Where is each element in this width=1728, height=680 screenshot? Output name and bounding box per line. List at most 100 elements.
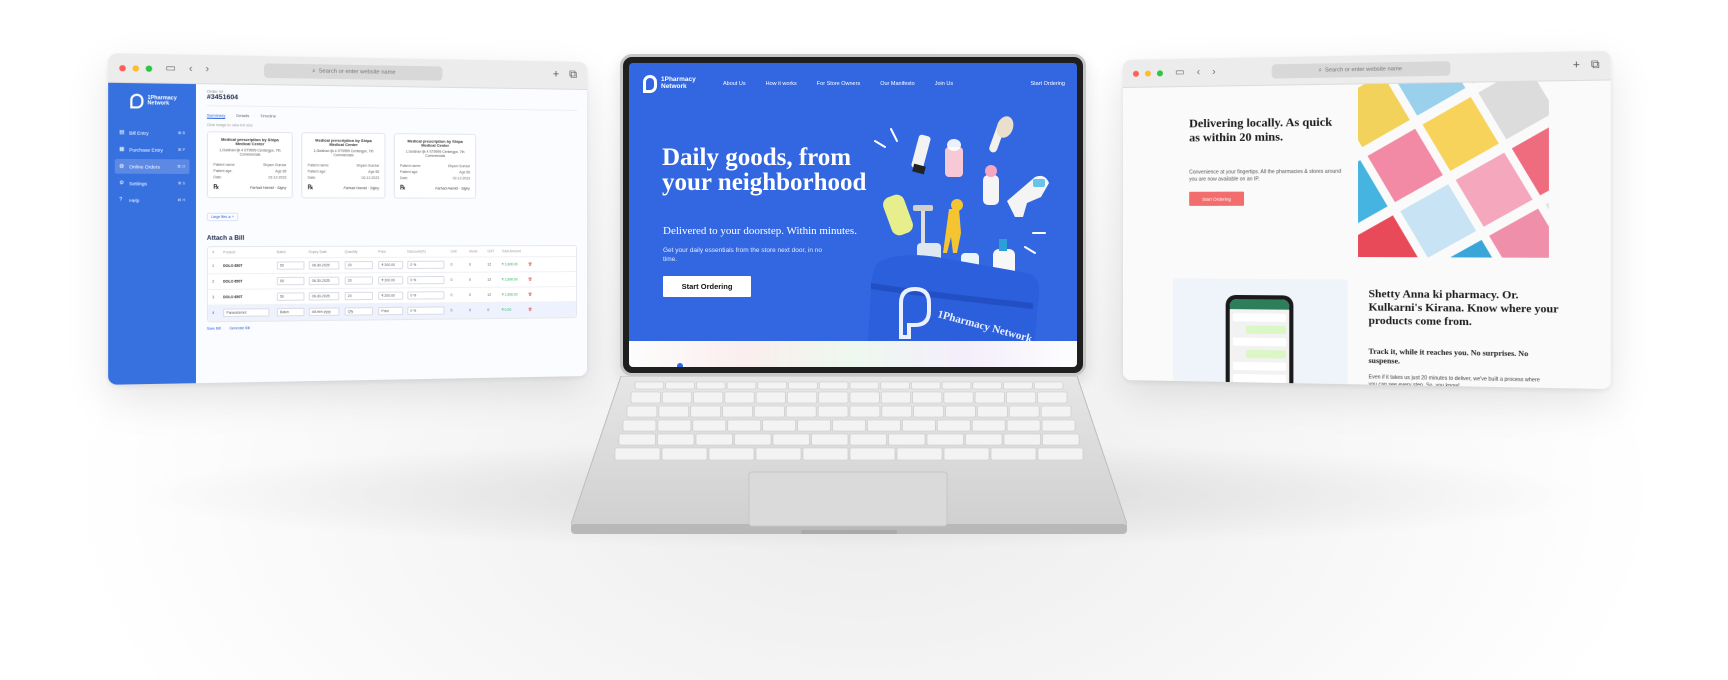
tab-details[interactable]: Details: [236, 113, 249, 119]
nav-how-it-works[interactable]: How it works: [766, 81, 797, 87]
generate-bill-button[interactable]: Generate Bill: [229, 326, 250, 330]
keyboard-key[interactable]: [902, 419, 936, 432]
tabs-overview-icon[interactable]: ⧉: [569, 69, 577, 82]
keyboard-key[interactable]: [818, 381, 849, 390]
discount-input[interactable]: 0 %: [407, 275, 445, 285]
nav-start-ordering-link[interactable]: Start Ordering: [1030, 81, 1065, 87]
keyboard-key[interactable]: [762, 419, 796, 432]
keyboard-key[interactable]: [797, 419, 831, 432]
start-ordering-button[interactable]: Start Ordering: [1189, 191, 1245, 206]
keyboard-key[interactable]: [849, 405, 881, 418]
keyboard-key[interactable]: [696, 381, 726, 390]
keyboard-key[interactable]: [849, 433, 887, 446]
keyboard-key[interactable]: [880, 381, 910, 390]
back-icon[interactable]: ‹: [1197, 67, 1200, 78]
keyboard-key[interactable]: [754, 405, 785, 418]
keyboard-key[interactable]: [888, 433, 926, 446]
keyboard-key[interactable]: [1033, 381, 1064, 390]
save-bill-button[interactable]: Save Bill: [207, 326, 221, 330]
delete-icon[interactable]: 🗑: [528, 307, 546, 312]
keyboard-key[interactable]: [1003, 381, 1033, 390]
start-ordering-button[interactable]: Start Ordering: [663, 276, 751, 297]
prescription-card[interactable]: Medical prescription by Shipa Medical Ce…: [206, 131, 293, 199]
tab-summary[interactable]: Summary: [206, 112, 226, 119]
discount-input[interactable]: 0 %: [407, 306, 445, 315]
keyboard-key[interactable]: [622, 419, 657, 432]
keyboard-key[interactable]: [1037, 447, 1084, 461]
keyboard-key[interactable]: [626, 405, 658, 418]
keyboard-key[interactable]: [724, 391, 755, 404]
quantity-input[interactable]: 20: [344, 291, 374, 301]
keyboard-key[interactable]: [849, 447, 896, 461]
price-input[interactable]: ₹ 200.00: [378, 260, 403, 270]
keyboard-key[interactable]: [867, 419, 901, 432]
keyboard-key[interactable]: [755, 391, 786, 404]
keyboard-key[interactable]: [788, 381, 818, 390]
keyboard-key[interactable]: [665, 381, 695, 390]
tab-timeline[interactable]: Timeline: [260, 113, 276, 119]
sidebar-item-settings[interactable]: ⚙ Settings ⌘ S: [115, 176, 190, 191]
price-input[interactable]: ₹ 200.00: [378, 291, 403, 300]
keyboard-key[interactable]: [896, 447, 943, 461]
keyboard-key[interactable]: [727, 419, 761, 432]
product-input[interactable]: Paracetamol: [223, 308, 269, 317]
keyboard-key[interactable]: [811, 433, 849, 446]
sidebar-item-purchase-entry[interactable]: ▦ Purchase Entry ⌘ P: [115, 142, 190, 157]
quantity-input[interactable]: 20: [344, 261, 374, 270]
keyboard-key[interactable]: [785, 405, 817, 418]
sidebar-item-bill-entry[interactable]: ▤ Bill Entry ⌘ B: [115, 125, 190, 140]
keyboard-key[interactable]: [722, 405, 753, 418]
keyboard-key[interactable]: [734, 433, 772, 446]
keyboard-key[interactable]: [943, 391, 974, 404]
forward-icon[interactable]: ›: [206, 63, 210, 75]
keyboard-key[interactable]: [661, 447, 708, 461]
nav-join-us[interactable]: Join Us: [935, 81, 953, 87]
keyboard-key[interactable]: [692, 419, 727, 432]
keyboard-key[interactable]: [614, 447, 661, 461]
keyboard-key[interactable]: [755, 447, 802, 461]
keyboard-key[interactable]: [912, 391, 943, 404]
keyboard-key[interactable]: [943, 447, 990, 461]
keyboard-key[interactable]: [726, 381, 757, 390]
batch-input[interactable]: Batch: [276, 307, 304, 317]
quantity-input[interactable]: 20: [344, 276, 374, 285]
keyboard-key[interactable]: [657, 419, 692, 432]
keyboard-key[interactable]: [1006, 419, 1041, 432]
sidebar-toggle-icon[interactable]: ▭: [165, 63, 175, 75]
keyboard-key[interactable]: [937, 419, 971, 432]
discount-input[interactable]: 0 %: [407, 291, 445, 300]
keyboard-key[interactable]: [1037, 391, 1068, 404]
keyboard-key[interactable]: [849, 391, 880, 404]
keyboard-key[interactable]: [832, 419, 866, 432]
expiry-input[interactable]: dd-mm-yyyy: [308, 307, 340, 317]
keyboard-key[interactable]: [1008, 405, 1040, 418]
maximize-traffic-light[interactable]: [1156, 69, 1163, 76]
close-traffic-light[interactable]: [119, 64, 126, 71]
keyboard-key[interactable]: [661, 391, 692, 404]
close-traffic-light[interactable]: [1132, 70, 1139, 77]
new-tab-icon[interactable]: +: [1573, 59, 1580, 73]
delete-icon[interactable]: 🗑: [528, 277, 546, 281]
keyboard-key[interactable]: [634, 381, 665, 390]
minimize-traffic-light[interactable]: [1144, 70, 1151, 77]
keyboard-key[interactable]: [971, 419, 1006, 432]
expiry-input[interactable]: 06-30-2025: [308, 292, 340, 301]
keyboard-key[interactable]: [926, 433, 964, 446]
keyboard-key[interactable]: [802, 447, 849, 461]
forward-icon[interactable]: ›: [1212, 66, 1215, 77]
keyboard-key[interactable]: [990, 447, 1037, 461]
expiry-input[interactable]: 06-30-2025: [308, 261, 340, 270]
keyboard-key[interactable]: [695, 433, 733, 446]
nav-about-us[interactable]: About Us: [723, 81, 746, 87]
keyboard-key[interactable]: [849, 381, 880, 390]
keyboard-key[interactable]: [941, 381, 972, 390]
tabs-overview-icon[interactable]: ⧉: [1591, 58, 1600, 72]
keyboard-key[interactable]: [658, 405, 690, 418]
new-tab-icon[interactable]: +: [553, 68, 559, 81]
batch-input[interactable]: 50: [276, 276, 304, 286]
keyboard-key[interactable]: [974, 391, 1005, 404]
keyboard-key[interactable]: [945, 405, 976, 418]
keyboard-key[interactable]: [708, 447, 755, 461]
keyboard-key[interactable]: [618, 433, 656, 446]
price-input[interactable]: Price: [378, 306, 403, 316]
